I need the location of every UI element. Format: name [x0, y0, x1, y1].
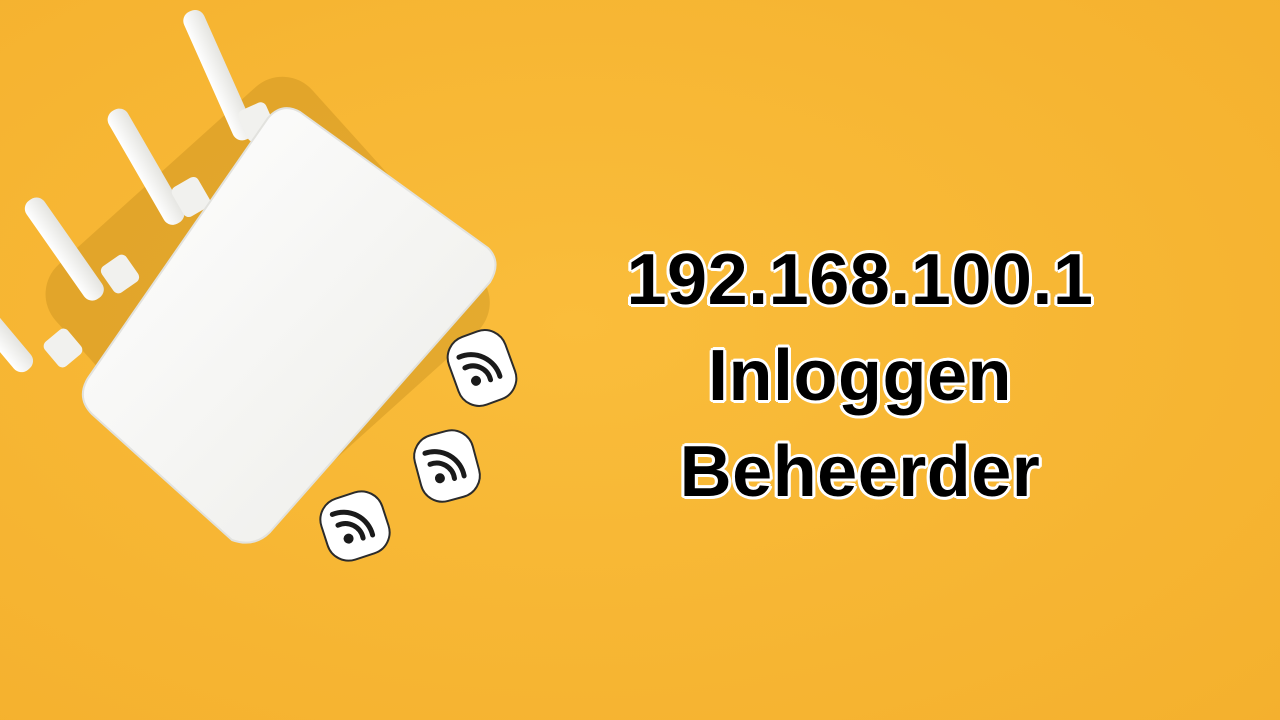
router-illustration	[0, 9, 518, 562]
wifi-icon	[319, 490, 391, 562]
headline: 192.168.100.1 Inloggen Beheerder	[560, 232, 1160, 520]
headline-ip-address: 192.168.100.1	[626, 240, 1094, 320]
antenna-1	[183, 9, 276, 142]
thumbnail-scene: 192.168.100.1 Inloggen Beheerder	[0, 0, 1280, 720]
wifi-icon	[413, 429, 481, 503]
headline-login: Inloggen	[708, 336, 1012, 416]
headline-admin: Beheerder	[679, 432, 1041, 512]
